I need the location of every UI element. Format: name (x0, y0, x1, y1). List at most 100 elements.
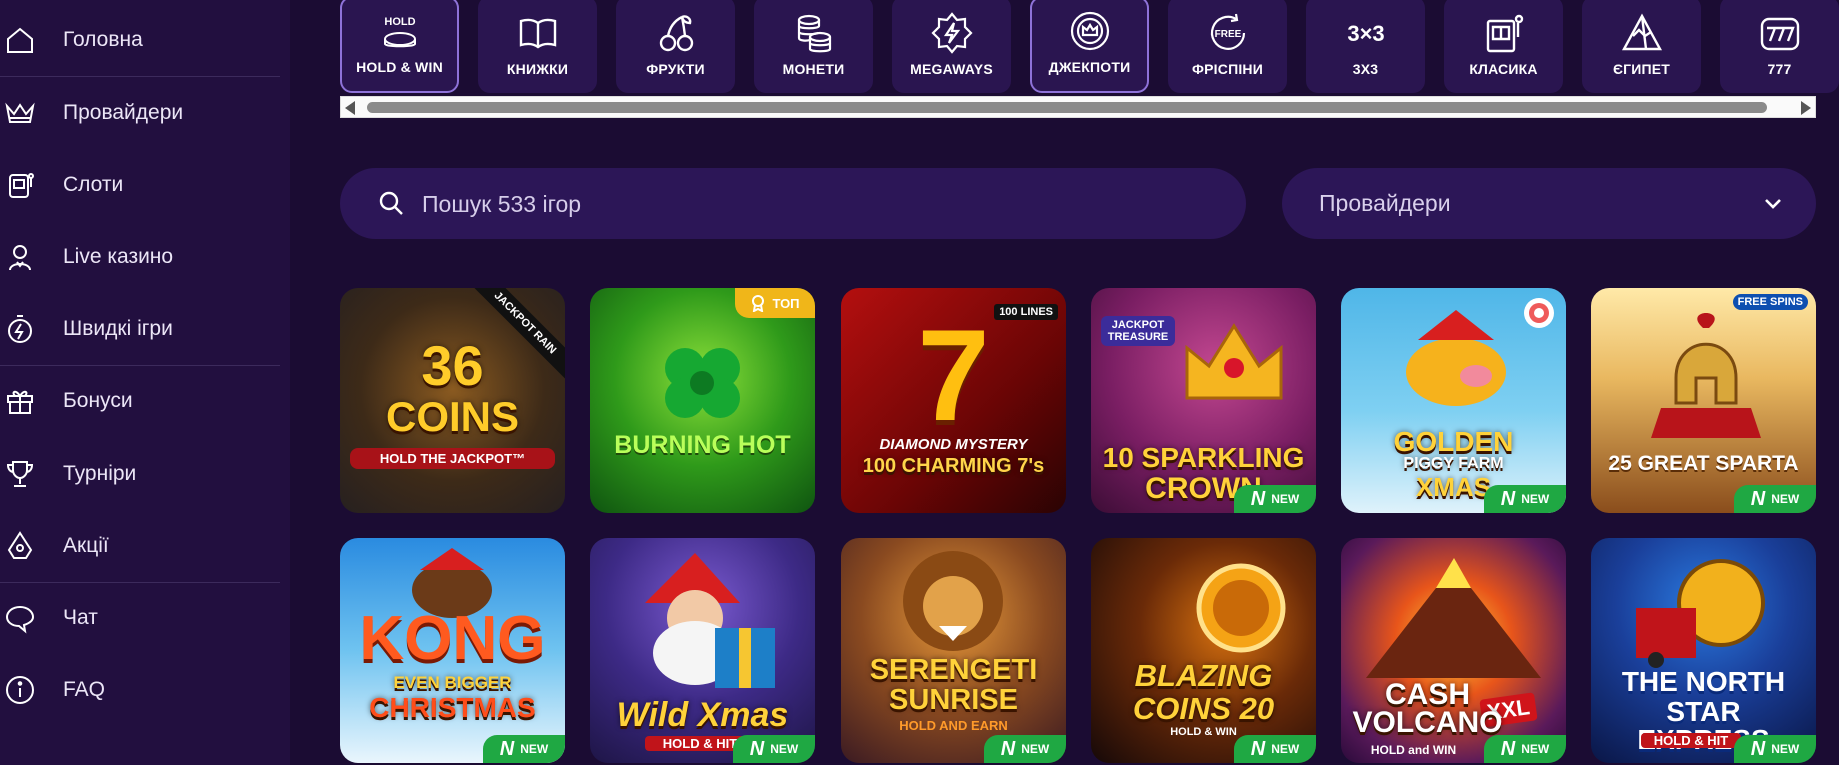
category-coins[interactable]: МОНЕТИ (754, 0, 873, 93)
category-egypt[interactable]: ЄГИПЕТ (1582, 0, 1701, 93)
classic-slot-icon (1481, 11, 1527, 55)
sevens-icon (1757, 11, 1803, 55)
sidebar-item-faq[interactable]: FAQ (0, 660, 280, 720)
category-label: ЄГИПЕТ (1612, 61, 1671, 77)
sidebar-item-label: FAQ (63, 678, 106, 701)
free-icon-text: FREE (1214, 29, 1241, 40)
game-subtitle: HOLD & HIT (1641, 733, 1741, 748)
new-badge-label: NEW (1521, 742, 1550, 756)
game-tile[interactable]: Wild Xmas HOLD & HIT N NEW (590, 538, 815, 763)
game-tile[interactable]: GOLDEN PIGGY FARM XMAS N NEW (1341, 288, 1566, 513)
game-tile[interactable]: JACKPOT RAIN 36 COINS HOLD THE JACKPOT™ (340, 288, 565, 513)
info-icon (4, 674, 36, 706)
scroll-left-arrow-icon[interactable] (345, 101, 355, 115)
new-badge-logo: N (1750, 487, 1766, 510)
new-badge-logo: N (1500, 487, 1516, 510)
category-fruits[interactable]: ФРУКТИ (616, 0, 735, 93)
pyramid-icon (1619, 11, 1665, 55)
new-badge: N NEW (483, 735, 565, 763)
category-classic[interactable]: КЛАСИКА (1444, 0, 1563, 93)
game-title-line: SUNRISE (889, 684, 1018, 716)
category-hold-and-win[interactable]: HOLD HOLD & WIN (340, 0, 459, 93)
stopwatch-lightning-icon (4, 313, 36, 345)
chevron-down-icon (1765, 199, 1781, 209)
game-title-line: COINS 20 (1132, 691, 1275, 726)
category-3x3[interactable]: 3×3 3X3 (1306, 0, 1425, 93)
book-icon (515, 11, 561, 55)
game-title-line: 25 GREAT SPARTA (1608, 452, 1799, 475)
sidebar-item-home[interactable]: Головна (0, 10, 280, 70)
piggy-art-icon (1406, 310, 1506, 406)
category-jackpots[interactable]: ДЖЕКПОТИ (1030, 0, 1149, 93)
hold-icon-text: HOLD (384, 16, 415, 28)
game-subtitle: HOLD and WIN (1370, 743, 1457, 757)
sidebar-item-promotions[interactable]: Акції (0, 516, 280, 576)
megaways-bolt-icon (929, 11, 975, 55)
game-tile[interactable]: SERENGETI SUNRISE HOLD AND EARN N NEW (841, 538, 1066, 763)
new-badge-label: NEW (1271, 492, 1300, 506)
game-tile[interactable]: FREE SPINS 25 GREAT SPARTA N NEW (1591, 288, 1816, 513)
category-label: 777 (1767, 61, 1792, 77)
category-books[interactable]: КНИЖКИ (478, 0, 597, 93)
category-megaways[interactable]: MEGAWAYS (892, 0, 1011, 93)
providers-dropdown[interactable]: Провайдери (1282, 168, 1816, 239)
slot-machine-icon (4, 169, 36, 201)
game-tile[interactable]: KONG EVEN BIGGER CHRISTMAS N NEW (340, 538, 565, 763)
new-badge-logo: N (1000, 737, 1016, 760)
game-title-line: CHRISTMAS (369, 692, 536, 723)
sidebar-item-label: Провайдери (63, 101, 184, 124)
game-tile[interactable]: 100 LINES 7 DIAMOND MYSTERY 100 CHARMING… (841, 288, 1066, 513)
volcano-art-icon (1366, 558, 1541, 678)
game-title-line: VOLCANO (1352, 706, 1503, 739)
category-free-spins[interactable]: FREE ФРІСПІНИ (1168, 0, 1287, 93)
new-badge-label: NEW (1021, 742, 1050, 756)
search-icon (379, 191, 403, 215)
home-icon (4, 24, 36, 56)
new-badge-label: NEW (1771, 742, 1800, 756)
category-label: ФРУКТИ (646, 61, 705, 77)
new-badge-logo: N (1500, 737, 1516, 760)
category-scrollbar[interactable] (340, 96, 1816, 118)
game-subtitle: HOLD THE JACKPOT™ (350, 448, 555, 469)
new-badge-label: NEW (1271, 742, 1300, 756)
game-tile[interactable]: THE NORTH STAR EXPRESS HOLD & HIT NNEW (1591, 538, 1816, 763)
grid-3x3-icon: 3×3 (1343, 11, 1389, 55)
sidebar-item-providers[interactable]: Провайдери (0, 83, 280, 143)
top-badge-label: ТОП (772, 295, 800, 311)
category-label: МОНЕТИ (782, 61, 845, 77)
new-badge: N NEW (1484, 735, 1566, 763)
category-label: 3X3 (1352, 61, 1379, 77)
sidebar-item-quick-games[interactable]: Швидкі ігри (0, 299, 280, 359)
new-badge-label: NEW (1521, 492, 1550, 506)
sidebar-item-label: Бонуси (63, 389, 133, 412)
game-title-line: 100 CHARMING 7's (862, 455, 1045, 477)
category-777[interactable]: 777 (1720, 0, 1839, 93)
game-tile[interactable]: ТОП BURNING HOT (590, 288, 815, 513)
sidebar-item-label: Live казино (63, 245, 174, 268)
sidebar-item-chat[interactable]: Чат (0, 588, 280, 648)
game-subtitle: HOLD AND EARN (899, 718, 1008, 733)
new-badge: N NEW (1234, 485, 1316, 513)
sidebar-item-slots[interactable]: Слоти (0, 155, 280, 215)
game-tile[interactable]: JACKPOT TREASURE 10 SPARKLING CROWN N NEW (1091, 288, 1316, 513)
game-tile[interactable]: BLAZING COINS 20 HOLD & WIN N NEW (1091, 538, 1316, 763)
category-label: КЛАСИКА (1469, 61, 1538, 77)
sidebar-divider (0, 582, 280, 583)
game-corner-tag: JACKPOT TREASURE (1101, 316, 1175, 346)
sidebar-item-live-casino[interactable]: Live казино (0, 227, 280, 287)
target-icon (1524, 298, 1554, 328)
sidebar-divider (0, 76, 280, 77)
cherry-icon (653, 11, 699, 55)
game-tile[interactable]: XXL CASH VOLCANO HOLD and WIN N NEW (1341, 538, 1566, 763)
new-badge-logo: N (499, 737, 515, 760)
scroll-right-arrow-icon[interactable] (1801, 101, 1811, 115)
search-bar[interactable] (340, 168, 1246, 241)
new-badge: N NEW (1734, 485, 1816, 513)
sidebar-item-bonuses[interactable]: Бонуси (0, 371, 280, 431)
search-input[interactable] (420, 168, 1224, 241)
sidebar-item-tournaments[interactable]: Турніри (0, 444, 280, 504)
sidebar: Головна Провайдери Слоти Live казино Шви… (0, 0, 290, 765)
clover-icon (665, 348, 740, 418)
new-badge-logo: N (1250, 737, 1266, 760)
scroll-thumb[interactable] (367, 102, 1767, 113)
